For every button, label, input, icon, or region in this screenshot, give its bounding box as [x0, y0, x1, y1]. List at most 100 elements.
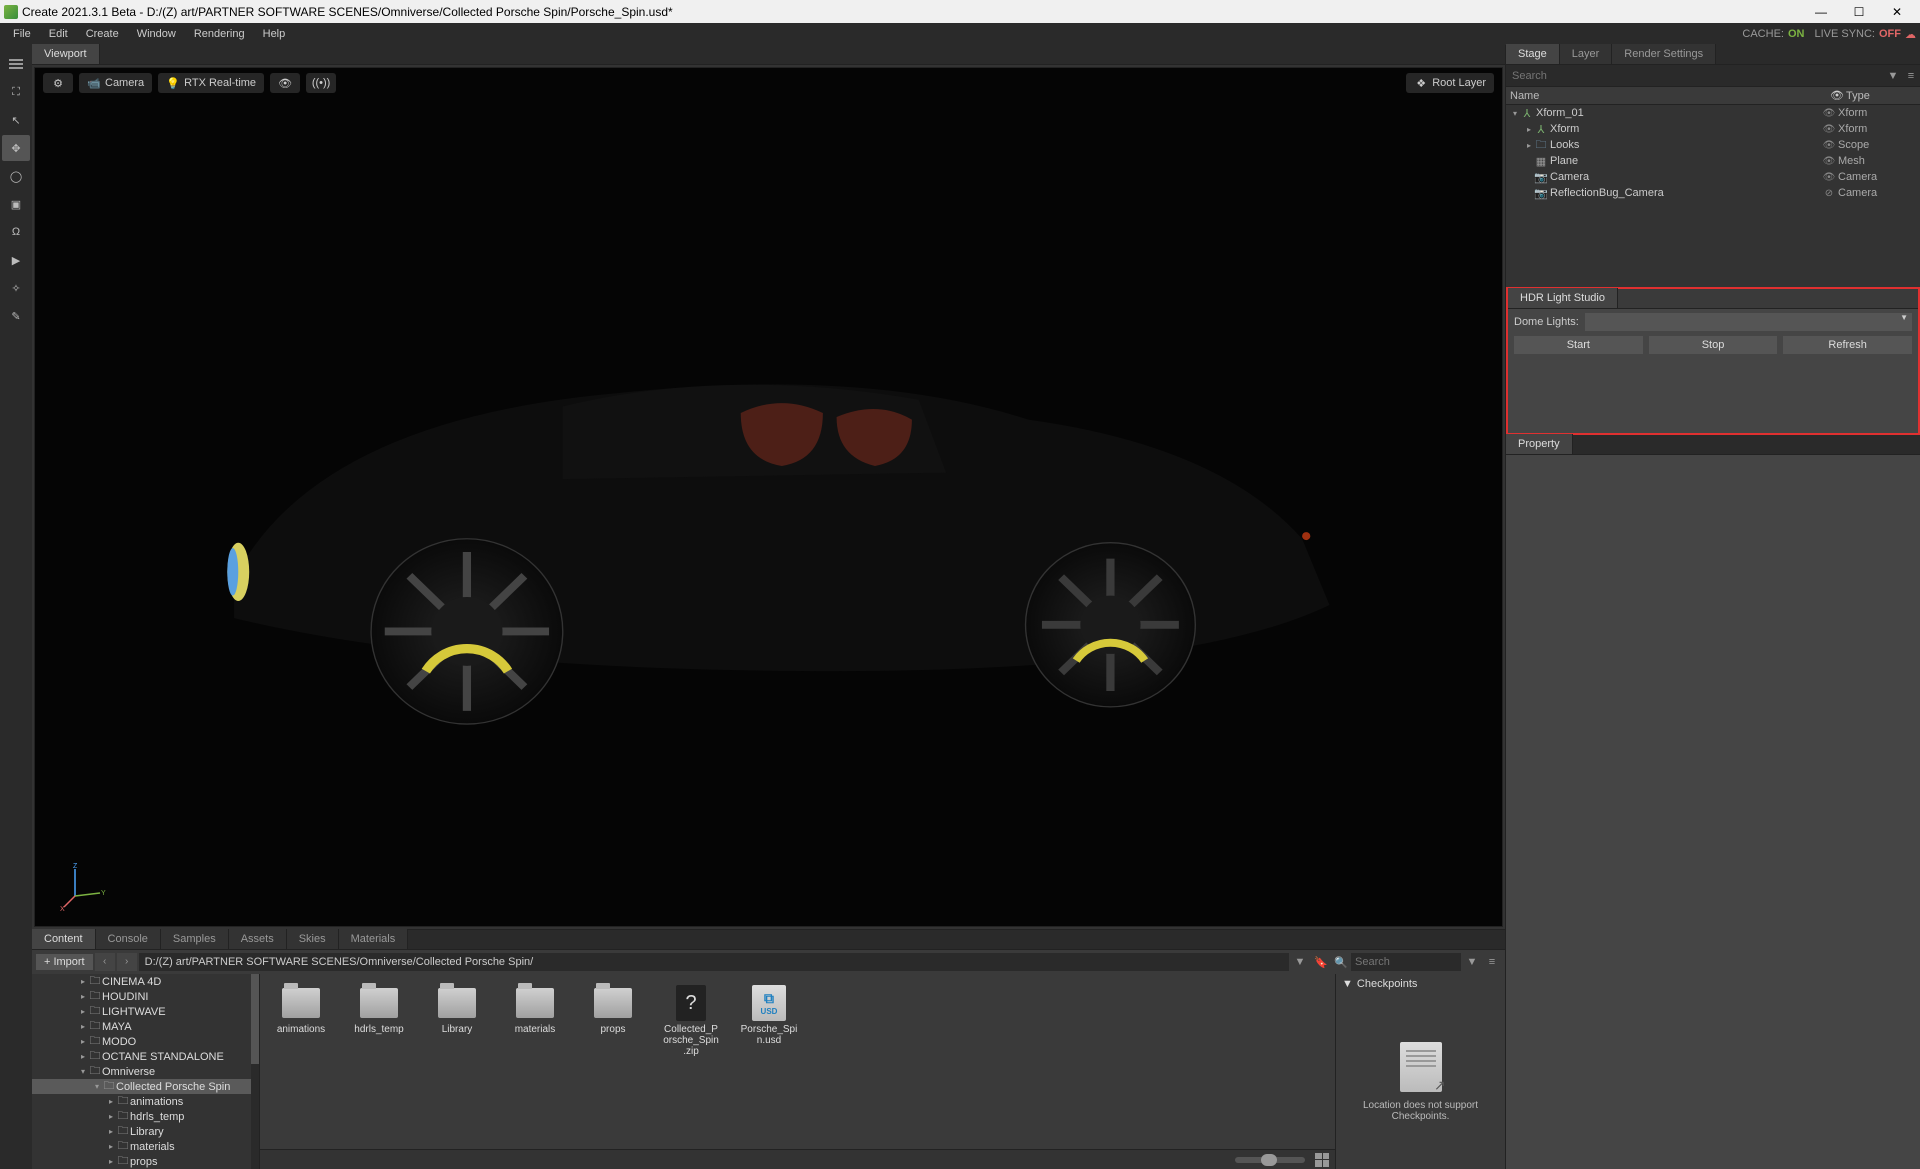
- folder-tree-row[interactable]: ▸🗀CINEMA 4D: [32, 974, 259, 989]
- import-button[interactable]: +Import: [36, 954, 93, 970]
- zoom-slider[interactable]: [1235, 1157, 1305, 1163]
- menu-create[interactable]: Create: [77, 26, 128, 42]
- folder-tree-row[interactable]: ▸🗀MAYA: [32, 1019, 259, 1034]
- tab-layer[interactable]: Layer: [1560, 44, 1613, 64]
- tab-viewport[interactable]: Viewport: [32, 44, 100, 64]
- cloud-sync-icon[interactable]: ☁: [1905, 28, 1916, 41]
- root-layer-button[interactable]: ❖Root Layer: [1406, 73, 1494, 93]
- camera-dropdown[interactable]: 📹Camera: [79, 73, 152, 93]
- stage-row[interactable]: ▦Plane👁Mesh: [1506, 153, 1920, 169]
- brush-tool[interactable]: ✎: [2, 303, 30, 329]
- folder-tree-row[interactable]: ▸🗀LIGHTWAVE: [32, 1004, 259, 1019]
- hdr-start-button[interactable]: Start: [1514, 336, 1643, 354]
- folder-tree-row[interactable]: ▸🗀OCTANE STANDALONE: [32, 1049, 259, 1064]
- dome-lights-select[interactable]: [1585, 313, 1912, 331]
- snap-tool[interactable]: Ω: [2, 219, 30, 245]
- maximize-button[interactable]: ☐: [1840, 0, 1878, 23]
- hdr-stop-button[interactable]: Stop: [1649, 336, 1778, 354]
- tree-toggle-icon[interactable]: ▸: [1524, 141, 1534, 150]
- visibility-eye-icon[interactable]: 👁: [1820, 124, 1838, 135]
- file-item[interactable]: Library: [428, 984, 486, 1057]
- folder-tree-scrollbar[interactable]: [251, 974, 259, 1169]
- folder-toggle-icon[interactable]: ▸: [106, 1112, 116, 1121]
- file-item[interactable]: ?Collected_Porsche_Spin.zip: [662, 984, 720, 1057]
- menu-rendering[interactable]: Rendering: [185, 26, 254, 42]
- folder-toggle-icon[interactable]: ▸: [106, 1127, 116, 1136]
- scale-tool[interactable]: ▣: [2, 191, 30, 217]
- file-grid-items[interactable]: animationshdrls_tempLibrarymaterialsprop…: [260, 974, 1335, 1149]
- tab-assets[interactable]: Assets: [229, 929, 287, 949]
- tab-console[interactable]: Console: [96, 929, 161, 949]
- folder-tree-row[interactable]: ▸🗀hdrls_temp: [32, 1109, 259, 1124]
- tab-stage[interactable]: Stage: [1506, 44, 1560, 64]
- hamburger-button[interactable]: [2, 51, 30, 77]
- stage-row[interactable]: 📷ReflectionBug_Camera⊘Camera: [1506, 185, 1920, 201]
- stage-filter-icon[interactable]: ▼: [1884, 70, 1902, 82]
- stage-tree[interactable]: Name 👁 Type ▾⅄Xform_01👁Xform▸⅄Xform👁Xfor…: [1506, 87, 1920, 287]
- filter-icon[interactable]: ▼: [1463, 956, 1481, 968]
- file-item[interactable]: hdrls_temp: [350, 984, 408, 1057]
- options-icon[interactable]: ≡: [1483, 956, 1501, 968]
- folder-toggle-icon[interactable]: ▸: [78, 1007, 88, 1016]
- play-tool[interactable]: ▶: [2, 247, 30, 273]
- select-frame-tool[interactable]: ⛶: [2, 79, 30, 105]
- folder-tree-row[interactable]: ▸🗀animations: [32, 1094, 259, 1109]
- visibility-eye-icon[interactable]: ⊘: [1820, 188, 1838, 199]
- file-item[interactable]: props: [584, 984, 642, 1057]
- light-tool[interactable]: ✧: [2, 275, 30, 301]
- tab-materials[interactable]: Materials: [339, 929, 409, 949]
- select-arrow-tool[interactable]: ↖: [2, 107, 30, 133]
- visibility-eye-icon[interactable]: 👁: [1820, 156, 1838, 167]
- stage-row[interactable]: ▸⅄Xform👁Xform: [1506, 121, 1920, 137]
- stage-row[interactable]: 📷Camera👁Camera: [1506, 169, 1920, 185]
- stage-options-icon[interactable]: ≡: [1902, 70, 1920, 82]
- folder-toggle-icon[interactable]: ▸: [78, 977, 88, 986]
- grid-view-icon[interactable]: [1315, 1153, 1329, 1167]
- close-button[interactable]: ✕: [1878, 0, 1916, 23]
- file-item[interactable]: materials: [506, 984, 564, 1057]
- tab-skies[interactable]: Skies: [287, 929, 339, 949]
- folder-toggle-icon[interactable]: ▸: [78, 992, 88, 1001]
- visibility-toggle[interactable]: 👁: [270, 73, 300, 93]
- tab-hdr-light-studio[interactable]: HDR Light Studio: [1508, 288, 1618, 308]
- checkpoints-header[interactable]: ▼Checkpoints: [1336, 974, 1505, 994]
- tab-samples[interactable]: Samples: [161, 929, 229, 949]
- nav-forward-button[interactable]: ›: [117, 953, 137, 971]
- folder-tree-row[interactable]: ▸🗀HOUDINI: [32, 989, 259, 1004]
- stage-row[interactable]: ▾⅄Xform_01👁Xform: [1506, 105, 1920, 121]
- file-item[interactable]: ⧉USDPorsche_Spin.usd: [740, 984, 798, 1057]
- folder-tree-row[interactable]: ▸🗀MODO: [32, 1034, 259, 1049]
- stage-search-input[interactable]: [1506, 70, 1884, 82]
- folder-toggle-icon[interactable]: ▸: [106, 1157, 116, 1166]
- folder-toggle-icon[interactable]: ▸: [106, 1097, 116, 1106]
- tree-toggle-icon[interactable]: ▾: [1510, 109, 1520, 118]
- bookmark-icon[interactable]: 🔖: [1311, 956, 1331, 969]
- audio-toggle[interactable]: ((•)): [306, 73, 336, 93]
- menu-edit[interactable]: Edit: [40, 26, 77, 42]
- path-dropdown-icon[interactable]: ▼: [1291, 956, 1309, 968]
- folder-tree-row[interactable]: ▾🗀Omniverse: [32, 1064, 259, 1079]
- folder-toggle-icon[interactable]: ▸: [78, 1052, 88, 1061]
- folder-toggle-icon[interactable]: ▸: [78, 1022, 88, 1031]
- folder-tree-row[interactable]: ▸🗀Library: [32, 1124, 259, 1139]
- stage-row[interactable]: ▸🗀Looks👁Scope: [1506, 137, 1920, 153]
- menu-help[interactable]: Help: [254, 26, 295, 42]
- renderer-dropdown[interactable]: 💡RTX Real-time: [158, 73, 264, 93]
- folder-toggle-icon[interactable]: ▸: [106, 1142, 116, 1151]
- hdr-refresh-button[interactable]: Refresh: [1783, 336, 1912, 354]
- folder-tree-row[interactable]: ▸🗀props: [32, 1154, 259, 1169]
- tab-content[interactable]: Content: [32, 929, 96, 949]
- minimize-button[interactable]: —: [1802, 0, 1840, 23]
- folder-toggle-icon[interactable]: ▾: [78, 1067, 88, 1076]
- folder-tree-row[interactable]: ▾🗀Collected Porsche Spin: [32, 1079, 259, 1094]
- menu-window[interactable]: Window: [128, 26, 185, 42]
- viewport[interactable]: ⚙ 📹Camera 💡RTX Real-time 👁 ((•)) ❖Root L…: [34, 67, 1503, 927]
- tree-toggle-icon[interactable]: ▸: [1524, 125, 1534, 134]
- path-input[interactable]: [139, 953, 1289, 971]
- viewport-settings-button[interactable]: ⚙: [43, 73, 73, 93]
- folder-tree[interactable]: ▸🗀CINEMA 4D▸🗀HOUDINI▸🗀LIGHTWAVE▸🗀MAYA▸🗀M…: [32, 974, 260, 1169]
- tab-property[interactable]: Property: [1506, 434, 1573, 454]
- tab-render-settings[interactable]: Render Settings: [1612, 44, 1716, 64]
- folder-tree-row[interactable]: ▸🗀materials: [32, 1139, 259, 1154]
- visibility-eye-icon[interactable]: 👁: [1820, 108, 1838, 119]
